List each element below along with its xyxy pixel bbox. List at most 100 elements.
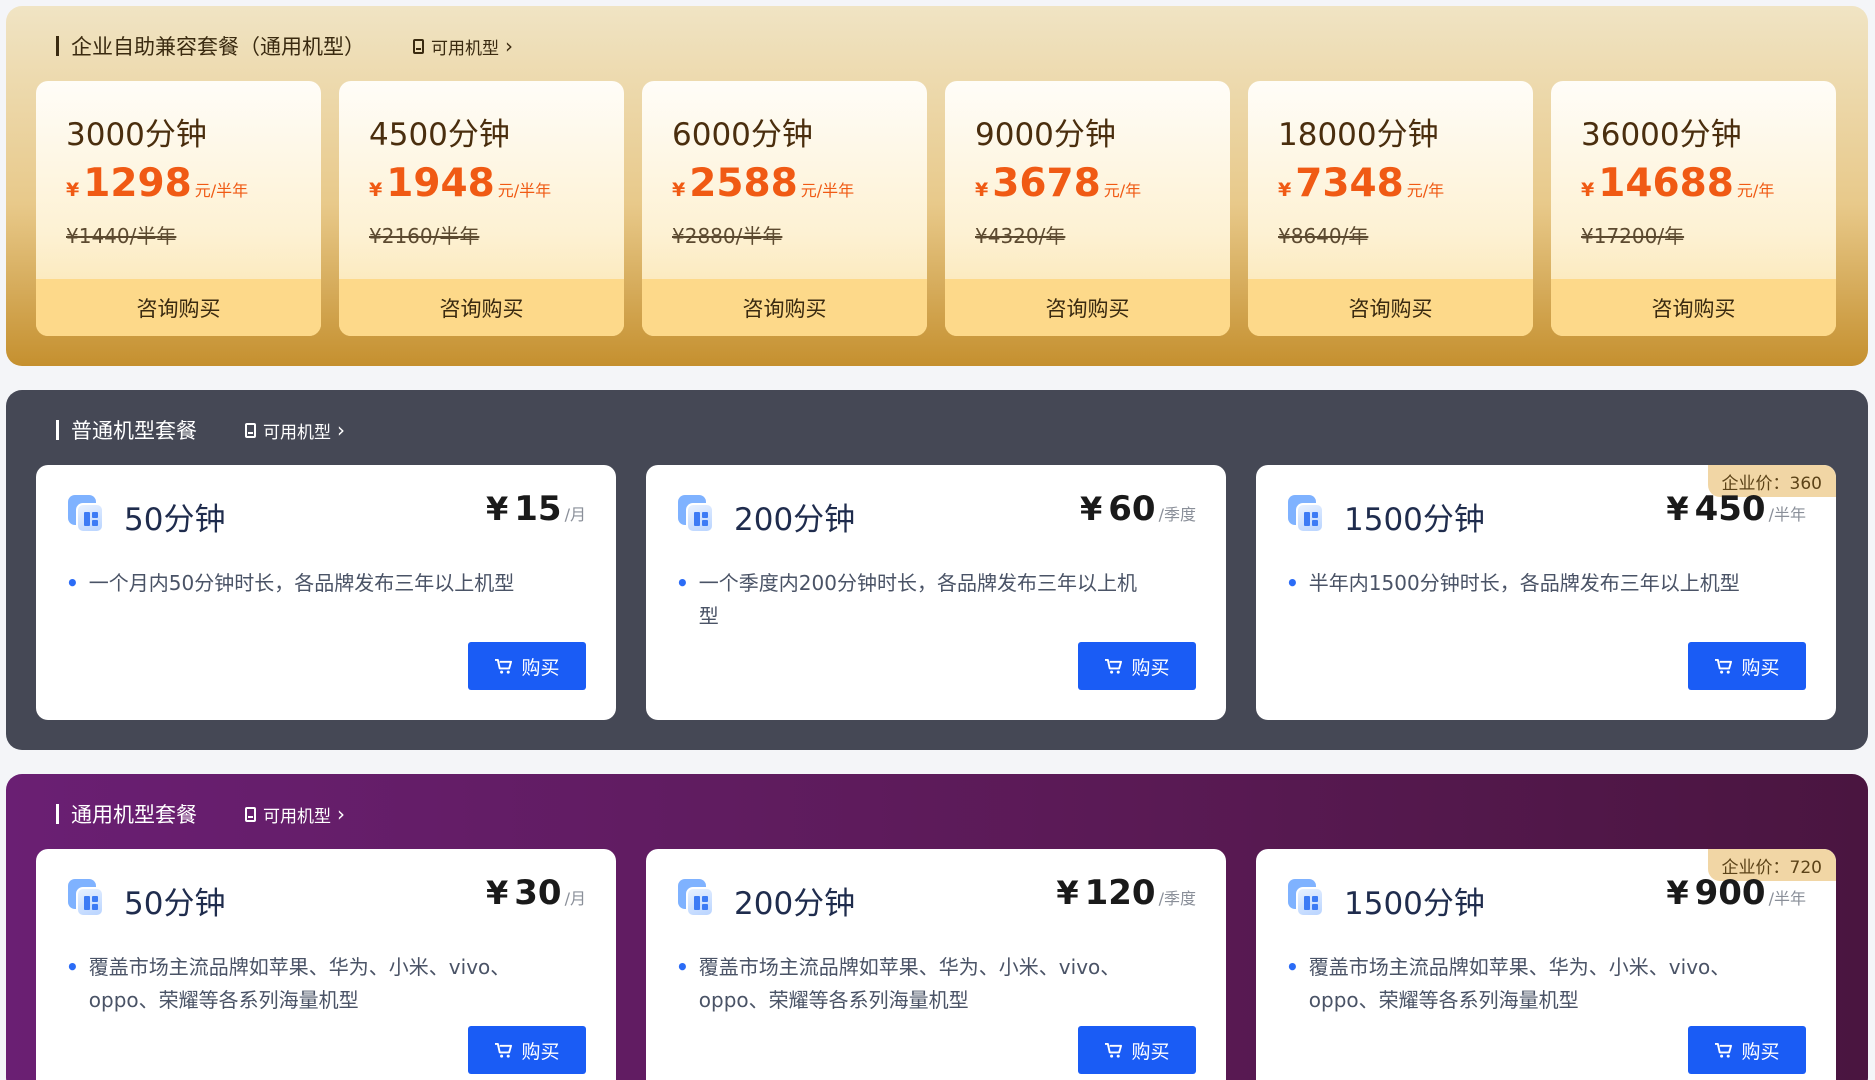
section-title: 通用机型套餐 xyxy=(71,803,197,827)
buy-button[interactable]: 购买 xyxy=(1078,642,1196,690)
description-text: 覆盖市场主流品牌如苹果、华为、小米、vivo、oppo、荣耀等各系列海量机型 xyxy=(698,955,1121,1012)
bullet-dot: • xyxy=(1286,571,1299,595)
enterprise-card-list: 3000分钟 ¥ 1298 元/半年 ¥1440/半年 咨询购买 4500分钟 … xyxy=(36,81,1836,336)
buy-button[interactable]: 购买 xyxy=(468,1026,586,1074)
card-minutes: 9000分钟 xyxy=(975,117,1116,153)
consult-buy-button[interactable]: 咨询购买 xyxy=(1551,279,1836,336)
available-models-link[interactable]: 可用机型 › xyxy=(413,34,513,59)
consult-buy-button[interactable]: 咨询购买 xyxy=(36,279,321,336)
card-price: ¥ 15 /月 xyxy=(486,489,586,529)
chevron-right-icon: › xyxy=(337,802,345,826)
yen-symbol: ¥ xyxy=(369,179,383,201)
yen-symbol: ¥ xyxy=(1056,874,1079,912)
section-header: 通用机型套餐 可用机型 › xyxy=(56,798,345,830)
package-icon xyxy=(678,879,716,917)
card-price: ¥ 120 /季度 xyxy=(1056,873,1196,913)
description-text: 覆盖市场主流品牌如苹果、华为、小米、vivo、oppo、荣耀等各系列海量机型 xyxy=(1308,955,1731,1012)
package-icon xyxy=(68,879,106,917)
available-models-link[interactable]: 可用机型 › xyxy=(245,802,345,827)
normal-package-section: 普通机型套餐 可用机型 › 50分钟 ¥ 15 /月 • 一个月内50分钟时长，… xyxy=(6,390,1868,750)
card-minutes: 1500分钟 xyxy=(1344,502,1485,538)
cart-icon xyxy=(1715,658,1733,674)
yen-symbol: ¥ xyxy=(1080,490,1103,528)
original-price: ¥8640/年 xyxy=(1278,224,1369,248)
buy-button[interactable]: 购买 xyxy=(468,642,586,690)
section-header: 普通机型套餐 可用机型 › xyxy=(56,414,345,446)
enterprise-card: 3000分钟 ¥ 1298 元/半年 ¥1440/半年 咨询购买 xyxy=(36,81,321,336)
device-icon xyxy=(245,422,256,438)
cart-icon xyxy=(495,658,513,674)
consult-buy-button[interactable]: 咨询购买 xyxy=(945,279,1230,336)
buy-button[interactable]: 购买 xyxy=(1688,1026,1806,1074)
available-models-label: 可用机型 xyxy=(263,806,331,827)
price-unit: /月 xyxy=(564,505,586,524)
description-text: 一个月内50分钟时长，各品牌发布三年以上机型 xyxy=(88,571,515,595)
cart-icon xyxy=(1105,658,1123,674)
package-icon xyxy=(1288,495,1326,533)
description-text: 覆盖市场主流品牌如苹果、华为、小米、vivo、oppo、荣耀等各系列海量机型 xyxy=(88,955,511,1012)
original-price: ¥17200/年 xyxy=(1581,224,1685,248)
chevron-right-icon: › xyxy=(337,418,345,442)
device-icon xyxy=(245,806,256,822)
chevron-right-icon: › xyxy=(505,34,513,58)
buy-button[interactable]: 购买 xyxy=(1078,1026,1196,1074)
card-price: ¥ 1948 元/半年 xyxy=(369,161,551,206)
enterprise-card: 9000分钟 ¥ 3678 元/年 ¥4320/年 咨询购买 xyxy=(945,81,1230,336)
cart-icon xyxy=(1105,1042,1123,1058)
original-price: ¥1440/半年 xyxy=(66,224,177,248)
enterprise-card: 18000分钟 ¥ 7348 元/年 ¥8640/年 咨询购买 xyxy=(1248,81,1533,336)
card-minutes: 18000分钟 xyxy=(1278,117,1439,153)
price-value: 30 xyxy=(514,873,562,913)
bullet-dot: • xyxy=(676,955,689,979)
package-icon xyxy=(68,495,106,533)
package-card: 200分钟 ¥ 60 /季度 • 一个季度内200分钟时长，各品牌发布三年以上机… xyxy=(646,465,1226,720)
consult-buy-button[interactable]: 咨询购买 xyxy=(642,279,927,336)
title-bar xyxy=(56,420,59,440)
buy-label: 购买 xyxy=(1131,1040,1170,1063)
price-unit: /月 xyxy=(564,889,586,908)
price-unit: 元/半年 xyxy=(194,181,249,200)
card-price: ¥ 60 /季度 xyxy=(1080,489,1196,529)
consult-buy-button[interactable]: 咨询购买 xyxy=(339,279,624,336)
package-card: 企业价：720 1500分钟 ¥ 900 /半年 • 覆盖市场主流品牌如苹果、华… xyxy=(1256,849,1836,1080)
cart-icon xyxy=(495,1042,513,1058)
card-price: ¥ 900 /半年 xyxy=(1666,873,1806,913)
price-unit: 元/年 xyxy=(1736,181,1775,200)
package-icon xyxy=(678,495,716,533)
card-price: ¥ 2588 元/半年 xyxy=(672,161,854,206)
card-minutes: 1500分钟 xyxy=(1344,886,1485,922)
price-value: 450 xyxy=(1694,489,1766,529)
price-value: 15 xyxy=(514,489,562,529)
buy-label: 购买 xyxy=(521,1040,560,1063)
package-card-list: 50分钟 ¥ 15 /月 • 一个月内50分钟时长，各品牌发布三年以上机型 购买… xyxy=(36,465,1836,720)
yen-symbol: ¥ xyxy=(1581,179,1595,201)
package-card: 50分钟 ¥ 15 /月 • 一个月内50分钟时长，各品牌发布三年以上机型 购买 xyxy=(36,465,616,720)
card-minutes: 200分钟 xyxy=(734,886,856,922)
yen-symbol: ¥ xyxy=(486,874,509,912)
original-price: ¥4320/年 xyxy=(975,224,1066,248)
enterprise-card: 36000分钟 ¥ 14688 元/年 ¥17200/年 咨询购买 xyxy=(1551,81,1836,336)
card-minutes: 6000分钟 xyxy=(672,117,813,153)
buy-button[interactable]: 购买 xyxy=(1688,642,1806,690)
title-bar xyxy=(56,36,59,56)
card-price: ¥ 3678 元/年 xyxy=(975,161,1141,206)
card-price: ¥ 14688 元/年 xyxy=(1581,161,1774,206)
consult-buy-button[interactable]: 咨询购买 xyxy=(1248,279,1533,336)
buy-label: 购买 xyxy=(1741,1040,1780,1063)
original-price: ¥2160/半年 xyxy=(369,224,480,248)
package-icon xyxy=(1288,879,1326,917)
card-price: ¥ 7348 元/年 xyxy=(1278,161,1444,206)
package-card: 50分钟 ¥ 30 /月 • 覆盖市场主流品牌如苹果、华为、小米、vivo、op… xyxy=(36,849,616,1080)
available-models-label: 可用机型 xyxy=(431,38,499,59)
buy-label: 购买 xyxy=(1741,656,1780,679)
available-models-link[interactable]: 可用机型 › xyxy=(245,418,345,443)
price-value: 2588 xyxy=(689,161,798,206)
buy-label: 购买 xyxy=(1131,656,1170,679)
price-unit: /季度 xyxy=(1158,889,1196,908)
yen-symbol: ¥ xyxy=(1278,179,1292,201)
package-card: 200分钟 ¥ 120 /季度 • 覆盖市场主流品牌如苹果、华为、小米、vivo… xyxy=(646,849,1226,1080)
bullet-dot: • xyxy=(676,571,689,595)
bullet-dot: • xyxy=(1286,955,1299,979)
general-package-section: 通用机型套餐 可用机型 › 50分钟 ¥ 30 /月 • 覆盖市场主流品牌如苹果… xyxy=(6,774,1868,1080)
price-value: 14688 xyxy=(1598,161,1734,206)
